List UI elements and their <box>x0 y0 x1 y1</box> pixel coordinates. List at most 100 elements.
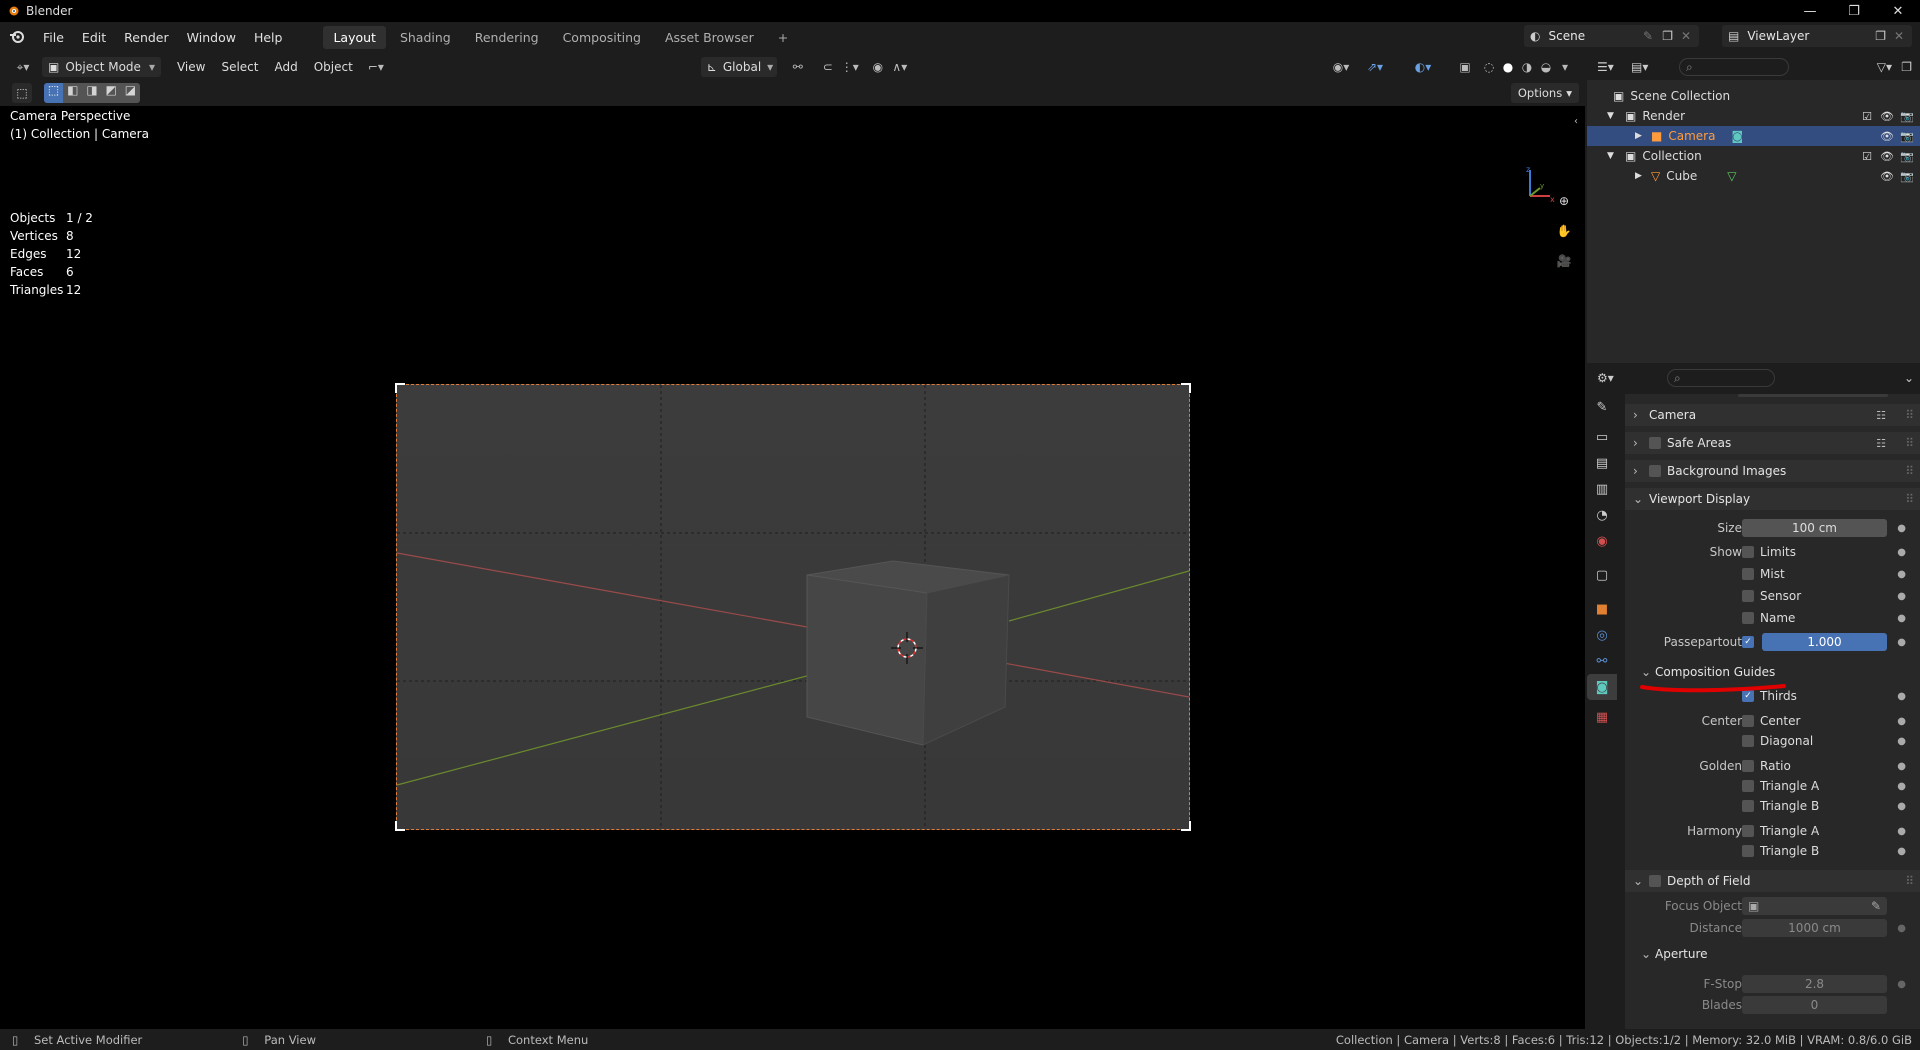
tab-shading[interactable]: Shading <box>390 26 461 49</box>
keyframe-dot-icon[interactable]: ● <box>1897 691 1906 702</box>
keyframe-dot-icon[interactable]: ● <box>1897 801 1906 812</box>
tab-rendering[interactable]: Rendering <box>465 26 549 49</box>
keyframe-dot-icon[interactable]: ● <box>1897 613 1906 624</box>
mode-selector[interactable]: ▣ Object Mode ▾ <box>42 57 161 77</box>
tree-item-scene-collection[interactable]: ▣ Scene Collection <box>1587 86 1920 106</box>
shading-options-icon[interactable]: ▾ <box>1554 57 1576 77</box>
pan-hand-icon[interactable]: ✋ <box>1551 218 1577 244</box>
tree-item-render[interactable]: ▼ ▣ Render ☑ 👁 📷 <box>1587 106 1920 126</box>
3d-viewport[interactable]: ⌖▾ ▣ Object Mode ▾ View Select Add Objec… <box>0 54 1585 1029</box>
tab-layout[interactable]: Layout <box>323 25 386 49</box>
tool-tab-icon[interactable]: ✎ <box>1587 394 1617 420</box>
tab-compositing[interactable]: Compositing <box>553 26 651 49</box>
golden-triangle-a-checkbox[interactable] <box>1742 780 1754 792</box>
texture-tab-icon[interactable]: ▦ <box>1587 704 1617 730</box>
camera-data-icon[interactable]: ◙ <box>1731 129 1743 143</box>
subpanel-aperture[interactable]: ⌄ Aperture <box>1633 944 1708 964</box>
world-tab-icon[interactable]: ◉ <box>1587 528 1617 554</box>
visibility-icon[interactable]: ◉▾ <box>1330 57 1352 77</box>
subpanel-composition-guides[interactable]: ⌄ Composition Guides <box>1633 662 1775 682</box>
keyframe-dot-icon[interactable]: ● <box>1897 781 1906 792</box>
display-mode-icon[interactable]: ▤▾ <box>1631 60 1671 74</box>
physics-tab-icon[interactable]: ◎ <box>1587 622 1617 648</box>
gpencil-icon[interactable]: ⌐▾ <box>361 57 391 77</box>
view-layer-selector[interactable]: ▤ ViewLayer ❐ ✕ <box>1722 25 1912 47</box>
falloff-icon[interactable]: ∧▾ <box>889 57 911 77</box>
harmony-triangle-a-checkbox[interactable] <box>1742 825 1754 837</box>
limits-checkbox[interactable] <box>1742 546 1754 558</box>
keyframe-dot-icon[interactable]: ● <box>1897 591 1906 602</box>
menu-view[interactable]: View <box>169 60 213 74</box>
options-dropdown[interactable]: Options ▾ <box>1510 83 1579 103</box>
subtract-selection-icon[interactable]: ◨ <box>82 83 102 103</box>
overlays-icon[interactable]: ◐▾ <box>1412 57 1434 77</box>
menu-select[interactable]: Select <box>213 60 266 74</box>
blades-field[interactable]: 0 <box>1742 996 1887 1014</box>
properties-search-input[interactable]: ⌕ <box>1667 369 1775 387</box>
eye-icon[interactable]: 👁 <box>1880 130 1894 143</box>
selection-mode-icons[interactable]: ⬚ ◧ ◨ ◩ ◪ <box>44 83 141 103</box>
zoom-icon[interactable]: ⊕ <box>1551 188 1577 214</box>
focus-object-field[interactable]: ▣ ✎ <box>1742 897 1887 915</box>
snap-icon[interactable]: ⊂ <box>817 57 839 77</box>
toggle-sidebar-icon[interactable]: ‹ <box>1574 116 1578 127</box>
tree-item-camera[interactable]: ▶ ■ Camera ◙ 👁 📷 <box>1587 126 1920 146</box>
transform-orientation-selector[interactable]: ⊾ Global ▾ <box>700 57 777 77</box>
keyframe-dot-icon[interactable]: ● <box>1897 637 1906 648</box>
expand-arrow-icon[interactable]: ▶ <box>1635 171 1649 181</box>
scene-tab-icon[interactable]: ◔ <box>1587 502 1617 528</box>
render-tab-icon[interactable]: ▭ <box>1587 424 1617 450</box>
proportional-edit-icon[interactable]: ◉ <box>867 57 889 77</box>
menu-window[interactable]: Window <box>178 30 245 45</box>
panel-camera[interactable]: › Camera ☷ ⠿ <box>1625 404 1920 426</box>
new-collection-icon[interactable]: ❐ <box>1901 60 1912 74</box>
collection-tab-icon[interactable]: ▢ <box>1587 562 1617 588</box>
snap-target-icon[interactable]: ⋮▾ <box>839 57 861 77</box>
pivot-icon[interactable]: ⚯ <box>787 57 809 77</box>
drag-handle-icon[interactable]: ⠿ <box>1905 874 1914 888</box>
diagonal-checkbox[interactable] <box>1742 735 1754 747</box>
scene-selector[interactable]: ◐ Scene ✎ ❐ ✕ <box>1524 25 1699 47</box>
keyframe-dot-icon[interactable]: ● <box>1897 923 1906 934</box>
size-field[interactable]: 100 cm <box>1742 519 1887 537</box>
mist-checkbox[interactable] <box>1742 568 1754 580</box>
eye-icon[interactable]: 👁 <box>1880 170 1894 183</box>
drag-handle-icon[interactable]: ⠿ <box>1905 492 1914 506</box>
ratio-checkbox[interactable] <box>1742 760 1754 772</box>
menu-help[interactable]: Help <box>245 30 292 45</box>
panel-viewport-display[interactable]: ⌄ Viewport Display ⠿ <box>1625 488 1920 510</box>
eye-icon[interactable]: 👁 <box>1880 150 1894 163</box>
keyframe-dot-icon[interactable]: ● <box>1897 736 1906 747</box>
delete-view-layer-icon[interactable]: ✕ <box>1894 29 1904 43</box>
properties-editor[interactable]: ⚙▾ ⌕ ⌄ ✎ ▭ ▤ ▥ ◔ ◉ ▢ ■ ◎ ⚯ ◙ ▦ › Camera … <box>1587 364 1920 1029</box>
chevron-down-icon[interactable]: ⌄ <box>1904 371 1914 385</box>
passepartout-checkbox[interactable]: ✓ <box>1742 636 1754 648</box>
sensor-checkbox[interactable] <box>1742 590 1754 602</box>
object-tab-icon[interactable]: ■ <box>1587 596 1617 622</box>
menu-object[interactable]: Object <box>306 60 361 74</box>
new-scene-icon[interactable]: ❐ <box>1662 29 1673 43</box>
eyedropper-icon[interactable]: ✎ <box>1871 899 1881 913</box>
drag-handle-icon[interactable]: ⠿ <box>1905 436 1914 450</box>
passepartout-alpha-slider[interactable]: 1.000 <box>1762 633 1887 651</box>
editor-type-icon[interactable]: ⌖▾ <box>8 57 38 77</box>
render-camera-icon[interactable]: 📷 <box>1900 110 1914 123</box>
preset-list-icon[interactable]: ☷ <box>1876 409 1886 422</box>
drag-handle-icon[interactable]: ⠿ <box>1905 464 1914 478</box>
minimize-button[interactable]: — <box>1788 0 1832 22</box>
camera-view-icon[interactable]: 🎥 <box>1551 248 1577 274</box>
add-workspace-button[interactable]: + <box>768 26 798 49</box>
tree-item-cube[interactable]: ▶ ▽ Cube ▽ 👁 📷 <box>1587 166 1920 186</box>
invert-selection-icon[interactable]: ◩ <box>101 83 121 103</box>
keyframe-dot-icon[interactable]: ● <box>1897 716 1906 727</box>
fstop-field[interactable]: 2.8 <box>1742 975 1887 993</box>
menu-file[interactable]: File <box>34 30 73 45</box>
golden-triangle-b-checkbox[interactable] <box>1742 800 1754 812</box>
view-layer-tab-icon[interactable]: ▥ <box>1587 476 1617 502</box>
expand-arrow-icon[interactable]: ▼ <box>1607 151 1621 161</box>
close-button[interactable]: ✕ <box>1876 0 1920 22</box>
restore-button[interactable]: ❐ <box>1832 0 1876 22</box>
render-camera-icon[interactable]: 📷 <box>1900 170 1914 183</box>
preset-list-icon[interactable]: ☷ <box>1876 437 1886 450</box>
keyframe-dot-icon[interactable]: ● <box>1897 846 1906 857</box>
